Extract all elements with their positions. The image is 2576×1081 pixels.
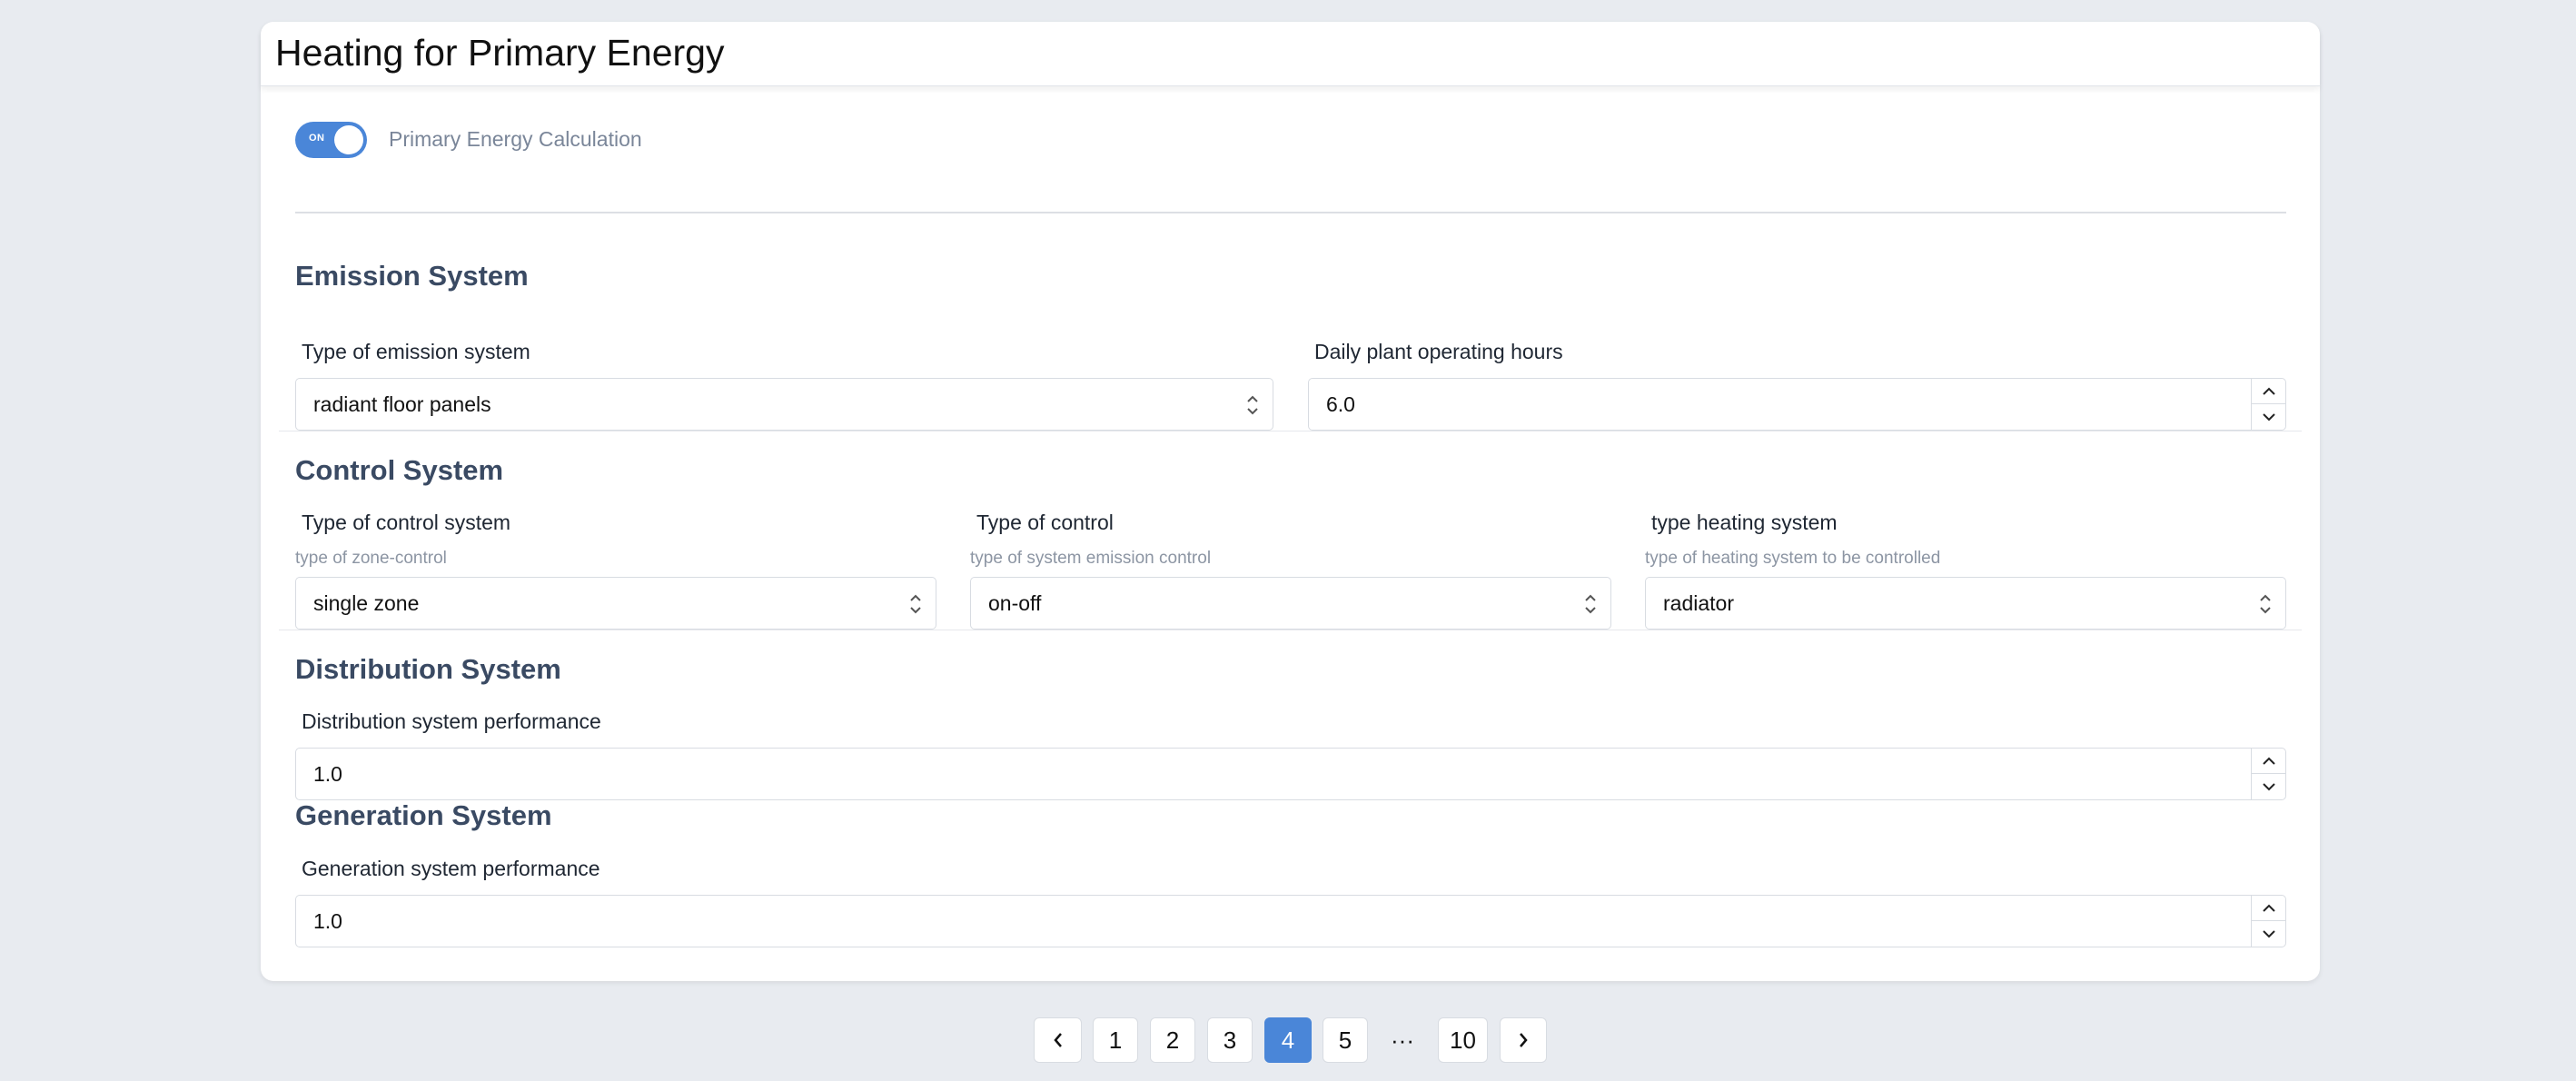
toggle-knob xyxy=(334,125,363,154)
chevron-up-icon xyxy=(2262,387,2275,395)
chevron-updown-icon xyxy=(910,594,921,614)
distribution-performance-stepper xyxy=(2251,749,2285,799)
distribution-performance-input[interactable]: 1.0 xyxy=(295,748,2286,800)
chevron-down-icon xyxy=(2262,413,2275,421)
chevron-updown-icon xyxy=(1247,395,1258,415)
distribution-performance-value: 1.0 xyxy=(313,762,342,786)
page-button-5[interactable]: 5 xyxy=(1323,1017,1368,1063)
control-system-label: Type of control system xyxy=(302,511,511,534)
pagination: 1 2 3 4 5 ··· 10 xyxy=(0,1017,2576,1063)
page-button-4-current[interactable]: 4 xyxy=(1264,1017,1312,1063)
pagination-ellipsis: ··· xyxy=(1391,1026,1414,1054)
chevron-left-icon xyxy=(1053,1033,1062,1047)
next-page-button[interactable] xyxy=(1500,1017,1547,1063)
generation-performance-stepper xyxy=(2251,896,2285,947)
chevron-up-icon xyxy=(2262,757,2275,765)
heating-system-select[interactable]: radiator xyxy=(1645,577,2286,630)
emission-type-value: radiant floor panels xyxy=(313,392,491,416)
heating-system-hint: type of heating system to be controlled xyxy=(1645,549,1941,568)
control-type-label: Type of control xyxy=(976,511,1114,534)
card-header: Heating for Primary Energy xyxy=(261,22,2320,86)
operating-hours-input[interactable]: 6.0 xyxy=(1308,378,2286,431)
control-system-select[interactable]: single zone xyxy=(295,577,936,630)
control-system-hint: type of zone-control xyxy=(295,549,447,568)
chevron-updown-icon xyxy=(2260,594,2271,614)
control-section-title: Control System xyxy=(295,454,504,486)
decrement-button[interactable] xyxy=(2252,404,2285,430)
page-button-10[interactable]: 10 xyxy=(1438,1017,1488,1063)
control-system-value: single zone xyxy=(313,591,420,615)
divider xyxy=(295,212,2286,213)
distribution-performance-label: Distribution system performance xyxy=(302,709,601,733)
control-type-hint: type of system emission control xyxy=(970,549,1212,568)
toggle-state-label: ON xyxy=(309,133,325,144)
operating-hours-value: 6.0 xyxy=(1326,392,1355,416)
page-title: Heating for Primary Energy xyxy=(275,32,725,74)
operating-hours-label: Daily plant operating hours xyxy=(1314,340,1563,363)
chevron-up-icon xyxy=(2262,904,2275,912)
page-button-1[interactable]: 1 xyxy=(1093,1017,1138,1063)
page-button-2[interactable]: 2 xyxy=(1150,1017,1195,1063)
generation-performance-value: 1.0 xyxy=(313,909,342,933)
chevron-down-icon xyxy=(2262,783,2275,791)
toggle-label: Primary Energy Calculation xyxy=(389,127,642,151)
control-type-select[interactable]: on-off xyxy=(970,577,1611,630)
decrement-button[interactable] xyxy=(2252,921,2285,947)
increment-button[interactable] xyxy=(2252,379,2285,404)
control-type-value: on-off xyxy=(988,591,1042,615)
main-card: Heating for Primary Energy ON Primary En… xyxy=(261,22,2320,981)
decrement-button[interactable] xyxy=(2252,774,2285,799)
heating-system-label: type heating system xyxy=(1651,511,1838,534)
chevron-updown-icon xyxy=(1585,594,1596,614)
increment-button[interactable] xyxy=(2252,896,2285,921)
prev-page-button[interactable] xyxy=(1034,1017,1082,1063)
heating-system-value: radiator xyxy=(1663,591,1734,615)
chevron-right-icon xyxy=(1520,1033,1528,1047)
primary-energy-toggle[interactable]: ON xyxy=(295,122,367,158)
generation-performance-input[interactable]: 1.0 xyxy=(295,895,2286,947)
operating-hours-stepper xyxy=(2251,379,2285,430)
generation-performance-label: Generation system performance xyxy=(302,857,600,880)
emission-type-select[interactable]: radiant floor panels xyxy=(295,378,1273,431)
generation-section-title: Generation System xyxy=(295,799,552,831)
increment-button[interactable] xyxy=(2252,749,2285,774)
chevron-down-icon xyxy=(2262,930,2275,938)
page-button-3[interactable]: 3 xyxy=(1207,1017,1253,1063)
emission-section-title: Emission System xyxy=(295,260,529,292)
emission-type-label: Type of emission system xyxy=(302,340,530,363)
distribution-section-title: Distribution System xyxy=(295,653,561,685)
